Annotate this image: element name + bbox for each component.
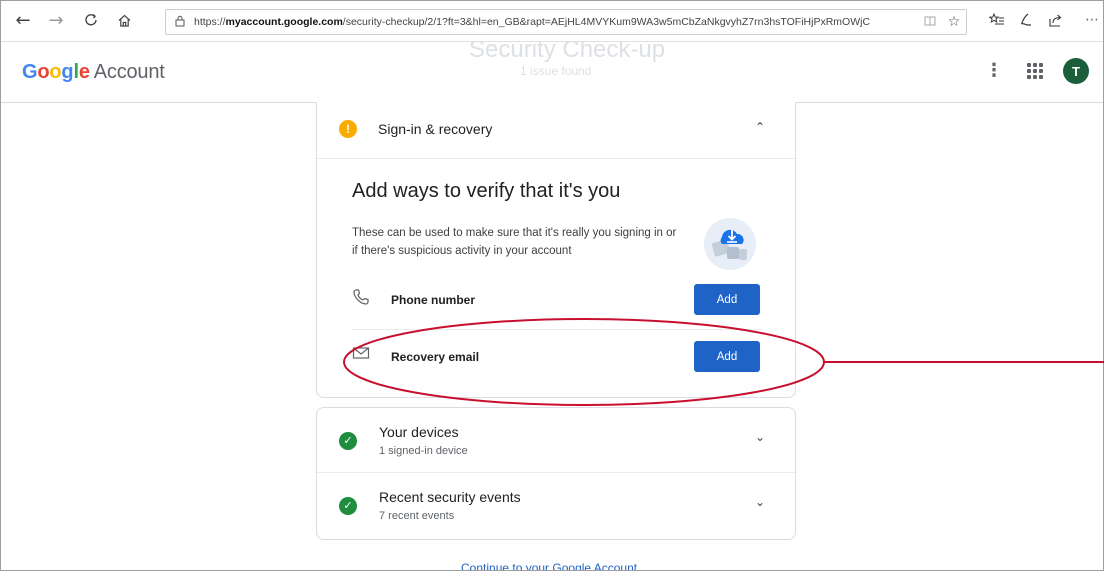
add-recovery-email-button[interactable]: Add	[694, 341, 760, 372]
verify-description: These can be used to make sure that it's…	[352, 227, 677, 257]
continue-to-account-link[interactable]: Continue to your Google Account	[461, 561, 637, 570]
your-devices-title: Your devices	[379, 424, 459, 440]
recent-events-subtitle: 7 recent events	[379, 510, 455, 522]
browser-window: ← → https://myaccount.google.com/securit…	[0, 0, 1104, 571]
address-bar[interactable]: https://myaccount.google.com/security-ch…	[165, 9, 967, 35]
account-label: Account	[93, 61, 165, 83]
add-phone-button[interactable]: Add	[694, 284, 760, 315]
google-account-header: Security Check-up 1 issue found Google Ac…	[1, 42, 1103, 103]
signin-recovery-header[interactable]: ! Sign-in & recovery ⌃	[317, 102, 795, 159]
forward-arrow-icon[interactable]: →	[45, 9, 67, 31]
signin-recovery-card: ! Sign-in & recovery ⌃ Add ways to verif…	[316, 102, 796, 398]
your-devices-row[interactable]: ✓ Your devices 1 signed-in device ⌄	[317, 408, 795, 473]
mail-icon	[352, 345, 374, 367]
refresh-icon[interactable]	[80, 9, 102, 31]
favorite-star-icon[interactable]: ☆	[942, 14, 966, 30]
pen-notes-icon[interactable]	[1013, 9, 1037, 31]
row-divider	[352, 329, 762, 330]
apps-grid-icon[interactable]	[1025, 61, 1045, 81]
your-devices-subtitle: 1 signed-in device	[379, 445, 468, 457]
kebab-menu-icon[interactable]: ⋮	[985, 60, 1003, 82]
chevron-down-icon[interactable]: ⌄	[755, 495, 765, 509]
google-logo: Google	[22, 61, 90, 83]
avatar[interactable]: T	[1063, 58, 1089, 84]
phone-number-row: Phone number Add	[352, 278, 762, 324]
browser-toolbar: ← → https://myaccount.google.com/securit…	[1, 1, 1103, 42]
warning-icon: !	[339, 120, 357, 138]
check-circle-icon: ✓	[339, 432, 357, 450]
recovery-email-row: Recovery email Add	[352, 335, 762, 381]
home-icon[interactable]	[113, 9, 135, 31]
recent-events-title: Recent security events	[379, 489, 521, 505]
status-card: ✓ Your devices 1 signed-in device ⌄ ✓ Re…	[316, 407, 796, 540]
lock-icon	[166, 15, 194, 30]
recent-security-events-row[interactable]: ✓ Recent security events 7 recent events…	[317, 473, 795, 537]
url-text[interactable]: https://myaccount.google.com/security-ch…	[194, 16, 918, 28]
share-icon[interactable]	[1043, 9, 1067, 31]
section-title: Sign-in & recovery	[378, 121, 493, 137]
page-subtitle-faded: 1 issue found	[520, 64, 592, 78]
chevron-up-icon[interactable]: ⌃	[755, 120, 765, 134]
reading-view-icon[interactable]	[918, 15, 942, 30]
cloud-devices-illustration-icon	[703, 217, 757, 271]
more-options-icon[interactable]: ⋯	[1081, 9, 1103, 31]
recovery-email-label: Recovery email	[391, 350, 480, 364]
back-arrow-icon[interactable]: ←	[12, 9, 34, 31]
phone-number-label: Phone number	[391, 293, 476, 307]
check-circle-icon: ✓	[339, 497, 357, 515]
verify-heading: Add ways to verify that it's you	[352, 180, 621, 202]
google-account-logo[interactable]: Google Account	[22, 61, 165, 84]
page-title-faded: Security Check-up	[469, 42, 666, 63]
chevron-down-icon[interactable]: ⌄	[755, 430, 765, 444]
favorites-list-icon[interactable]	[985, 9, 1009, 31]
phone-icon	[352, 288, 374, 310]
